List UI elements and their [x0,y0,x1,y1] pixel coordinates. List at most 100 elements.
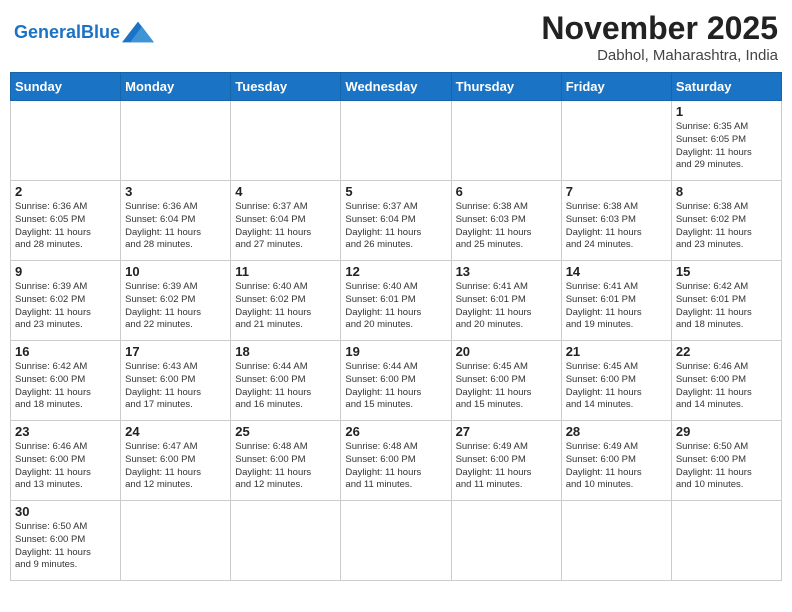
calendar-cell: 29Sunrise: 6:50 AMSunset: 6:00 PMDayligh… [671,421,781,501]
weekday-tuesday: Tuesday [231,73,341,101]
calendar-cell [231,501,341,581]
day-number: 11 [235,264,336,279]
calendar-cell: 6 Sunrise: 6:38 AMSunset: 6:03 PMDaylight… [451,181,561,261]
weekday-wednesday: Wednesday [341,73,451,101]
calendar-cell: 4 Sunrise: 6:37 AMSunset: 6:04 PMDaylight… [231,181,341,261]
day-number: 25 [235,424,336,439]
logo-general: General [14,22,81,42]
cell-info: Sunrise: 6:36 AMSunset: 6:04 PMDaylight:… [125,201,226,252]
cell-info: Sunrise: 6:36 AMSunset: 6:05 PMDaylight:… [15,201,116,252]
cell-info: Sunrise: 6:40 AMSunset: 6:02 PMDaylight:… [235,281,336,332]
calendar-cell: 7 Sunrise: 6:38 AMSunset: 6:03 PMDaylight… [561,181,671,261]
calendar-cell: 18 Sunrise: 6:44 AMSunset: 6:00 PMDayligh… [231,341,341,421]
day-number: 30 [15,504,116,519]
day-number: 20 [456,344,557,359]
week-row-6: 30Sunrise: 6:50 AMSunset: 6:00 PMDayligh… [11,501,782,581]
calendar-cell: 25 Sunrise: 6:48 AMSunset: 6:00 PMDayligh… [231,421,341,501]
calendar-cell: 13 Sunrise: 6:41 AMSunset: 6:01 PMDayligh… [451,261,561,341]
calendar-cell: 28Sunrise: 6:49 AMSunset: 6:00 PMDayligh… [561,421,671,501]
calendar-cell: 27 Sunrise: 6:49 AMSunset: 6:00 PMDayligh… [451,421,561,501]
day-number: 1 [676,104,777,119]
calendar-cell: 26 Sunrise: 6:48 AMSunset: 6:00 PMDayligh… [341,421,451,501]
calendar-cell [561,501,671,581]
cell-info: Sunrise: 6:35 AMSunset: 6:05 PMDaylight:… [676,121,777,172]
day-number: 3 [125,184,226,199]
day-number: 16 [15,344,116,359]
day-number: 26 [345,424,446,439]
day-number: 27 [456,424,557,439]
cell-info: Sunrise: 6:41 AMSunset: 6:01 PMDaylight:… [456,281,557,332]
calendar-cell: 19 Sunrise: 6:44 AMSunset: 6:00 PMDayligh… [341,341,451,421]
day-number: 14 [566,264,667,279]
day-number: 19 [345,344,446,359]
weekday-thursday: Thursday [451,73,561,101]
calendar-cell: 21 Sunrise: 6:45 AMSunset: 6:00 PMDayligh… [561,341,671,421]
week-row-4: 16 Sunrise: 6:42 AMSunset: 6:00 PMDayligh… [11,341,782,421]
cell-info: Sunrise: 6:45 AMSunset: 6:00 PMDaylight:… [456,361,557,412]
day-number: 4 [235,184,336,199]
calendar-cell [451,501,561,581]
calendar-cell: 1 Sunrise: 6:35 AMSunset: 6:05 PMDaylight… [671,101,781,181]
calendar-cell: 22 Sunrise: 6:46 AMSunset: 6:00 PMDayligh… [671,341,781,421]
day-number: 13 [456,264,557,279]
cell-info: Sunrise: 6:40 AMSunset: 6:01 PMDaylight:… [345,281,446,332]
calendar-cell: 14 Sunrise: 6:41 AMSunset: 6:01 PMDayligh… [561,261,671,341]
calendar-cell: 15 Sunrise: 6:42 AMSunset: 6:01 PMDayligh… [671,261,781,341]
cell-info: Sunrise: 6:41 AMSunset: 6:01 PMDaylight:… [566,281,667,332]
cell-info: Sunrise: 6:48 AMSunset: 6:00 PMDaylight:… [345,441,446,492]
logo-blue: Blue [81,22,120,42]
day-number: 7 [566,184,667,199]
day-number: 8 [676,184,777,199]
cell-info: Sunrise: 6:37 AMSunset: 6:04 PMDaylight:… [235,201,336,252]
calendar-cell [11,101,121,181]
calendar-cell: 20 Sunrise: 6:45 AMSunset: 6:00 PMDayligh… [451,341,561,421]
weekday-saturday: Saturday [671,73,781,101]
calendar-cell: 9Sunrise: 6:39 AMSunset: 6:02 PMDaylight… [11,261,121,341]
calendar-cell: 8Sunrise: 6:38 AMSunset: 6:02 PMDaylight… [671,181,781,261]
cell-info: Sunrise: 6:49 AMSunset: 6:00 PMDaylight:… [456,441,557,492]
calendar-cell: 11 Sunrise: 6:40 AMSunset: 6:02 PMDayligh… [231,261,341,341]
title-block: November 2025 Dabhol, Maharashtra, India [541,10,778,64]
day-number: 23 [15,424,116,439]
cell-info: Sunrise: 6:46 AMSunset: 6:00 PMDaylight:… [676,361,777,412]
cell-info: Sunrise: 6:50 AMSunset: 6:00 PMDaylight:… [676,441,777,492]
day-number: 15 [676,264,777,279]
cell-info: Sunrise: 6:37 AMSunset: 6:04 PMDaylight:… [345,201,446,252]
calendar-cell [341,501,451,581]
cell-info: Sunrise: 6:42 AMSunset: 6:01 PMDaylight:… [676,281,777,332]
cell-info: Sunrise: 6:44 AMSunset: 6:00 PMDaylight:… [345,361,446,412]
weekday-monday: Monday [121,73,231,101]
day-number: 18 [235,344,336,359]
calendar-cell [671,501,781,581]
calendar-cell: 5 Sunrise: 6:37 AMSunset: 6:04 PMDaylight… [341,181,451,261]
day-number: 9 [15,264,116,279]
cell-info: Sunrise: 6:39 AMSunset: 6:02 PMDaylight:… [125,281,226,332]
calendar-cell [121,101,231,181]
week-row-3: 9 Sunrise: 6:39 AMSunset: 6:02 PMDaylight… [11,261,782,341]
cell-info: Sunrise: 6:38 AMSunset: 6:03 PMDaylight:… [566,201,667,252]
weekday-friday: Friday [561,73,671,101]
cell-info: Sunrise: 6:44 AMSunset: 6:00 PMDaylight:… [235,361,336,412]
cell-info: Sunrise: 6:45 AMSunset: 6:00 PMDaylight:… [566,361,667,412]
calendar-cell: 24Sunrise: 6:47 AMSunset: 6:00 PMDayligh… [121,421,231,501]
week-row-5: 23Sunrise: 6:46 AMSunset: 6:00 PMDayligh… [11,421,782,501]
calendar-cell [231,101,341,181]
day-number: 17 [125,344,226,359]
week-row-2: 2 Sunrise: 6:36 AMSunset: 6:05 PMDaylight… [11,181,782,261]
day-number: 2 [15,184,116,199]
day-number: 24 [125,424,226,439]
day-number: 28 [566,424,667,439]
calendar-cell: 23Sunrise: 6:46 AMSunset: 6:00 PMDayligh… [11,421,121,501]
location: Dabhol, Maharashtra, India [541,47,778,64]
day-number: 5 [345,184,446,199]
cell-info: Sunrise: 6:38 AMSunset: 6:03 PMDaylight:… [456,201,557,252]
day-number: 21 [566,344,667,359]
day-number: 22 [676,344,777,359]
calendar-cell: 30Sunrise: 6:50 AMSunset: 6:00 PMDayligh… [11,501,121,581]
weekday-header-row: SundayMondayTuesdayWednesdayThursdayFrid… [11,73,782,101]
calendar-cell: 12Sunrise: 6:40 AMSunset: 6:01 PMDayligh… [341,261,451,341]
cell-info: Sunrise: 6:42 AMSunset: 6:00 PMDaylight:… [15,361,116,412]
day-number: 6 [456,184,557,199]
cell-info: Sunrise: 6:48 AMSunset: 6:00 PMDaylight:… [235,441,336,492]
calendar-cell [561,101,671,181]
